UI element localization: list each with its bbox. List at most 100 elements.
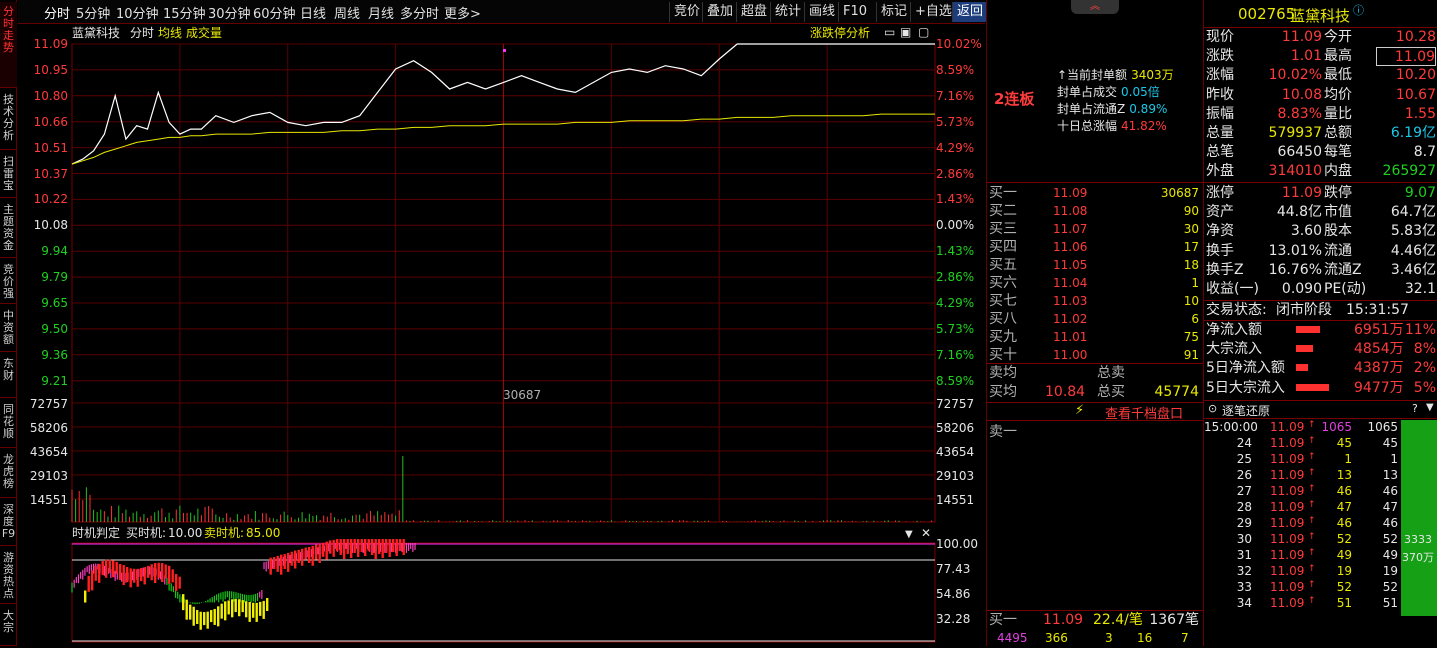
indicator-signal-bar [290,551,293,566]
bid-name-5: 买六 [989,275,1017,291]
period-tab-6[interactable]: 日线 [300,3,326,22]
indicator-signal-bar [371,539,374,556]
expand-icon[interactable]: ⊙ [1208,402,1217,415]
vtab-1[interactable]: 技术分析 [0,90,17,150]
indicator-signal-bar [199,611,202,630]
bid-vol-7: 6 [1191,312,1199,326]
period-tab-1[interactable]: 5分钟 [76,3,110,22]
vtab-2[interactable]: 扫雷宝 [0,152,17,198]
indicator-signal-bar [234,599,237,613]
period-tab-4[interactable]: 30分钟 [208,3,251,22]
tick-vol-11: 51 [1336,596,1352,610]
vtab-11[interactable]: 大宗 [0,606,17,646]
rows-label-7: 外盘 [1206,163,1234,180]
toolbar-action-7[interactable]: +自选 [910,2,956,22]
indicator-signal-bar [164,564,167,579]
flow-bar-2 [1296,364,1308,372]
bid-price-8: 11.01 [1053,330,1088,344]
collapse-up-icon[interactable]: ︽ [1071,0,1119,14]
help-icon[interactable]: ? [1412,402,1418,415]
vtab-5[interactable]: 中资额 [0,306,17,352]
toolbar-action-1[interactable]: 叠加 [702,2,737,22]
indicator-signal-bar [224,601,227,621]
vtab-4[interactable]: 竞价强 [0,260,17,304]
period-tab-10[interactable]: 更多> [444,3,481,22]
dropdown-icon[interactable]: ▼ [1426,402,1434,413]
bottom-buy1-label: 买一 [989,612,1017,628]
side-volume: 3333 [1404,533,1432,546]
period-tab-0[interactable]: 分时 [44,3,70,22]
toolbar-action-8[interactable]: 返回 [952,2,988,22]
vtab-8[interactable]: 龙虎榜 [0,450,17,498]
vtab-10[interactable]: 游资热点 [0,548,17,604]
rows2-label2-3: 流通 [1324,242,1352,259]
bottom-num-1: 366 [1045,631,1068,645]
period-tab-7[interactable]: 周线 [334,3,360,22]
flow-pct-1: 8% [1413,341,1436,358]
price-tick-left-3: 10.66 [33,114,68,129]
bid-price-4: 11.05 [1053,258,1088,272]
tick-vol-5: 47 [1336,500,1352,514]
rows-value2-4: 1.55 [1404,105,1436,122]
rows-value-0: 11.09 [1281,29,1322,45]
indicator-signal-bar [129,568,132,588]
period-tab-5[interactable]: 60分钟 [253,3,296,22]
bid-price-3: 11.06 [1053,240,1088,254]
period-tab-3[interactable]: 15分钟 [163,3,206,22]
flow-bar-3 [1296,383,1329,391]
info-icon[interactable]: ⓘ [1353,2,1364,18]
ind-tick-2: 54.86 [936,587,971,601]
seal-row-value: 3403万 [1131,68,1174,82]
tick-time-2: 25 [1236,452,1252,466]
tick-price-3: 11.09 [1270,468,1305,482]
indicator-signal-bar [112,560,115,578]
buy-avg-label: 买均 [989,384,1017,400]
toolbar-action-2[interactable]: 超盘 [736,2,771,22]
vtab-0[interactable]: 分时走势 [0,2,17,88]
indicator-close-icon[interactable]: ✕ [921,527,931,540]
indicator-signal-bar [196,609,199,624]
vtab-3[interactable]: 主题资金 [0,200,17,258]
price-tick-right-5: 2.86% [936,166,975,181]
lightning-icon: ⚡ [1075,403,1085,418]
toolbar-action-5[interactable]: F10 [838,2,871,22]
tick-time-0: 15:00:00 [1204,420,1258,434]
rows2-label-4: 换手Z [1206,261,1244,278]
sell-timing-label: 卖时机: [204,526,245,540]
bid-price-6: 11.03 [1053,294,1088,308]
indicator-signal-bar [259,601,262,616]
price-tick-right-7: 0.00% [936,218,975,233]
bid-vol-3: 17 [1183,240,1199,254]
vtab-7[interactable]: 同花顺 [0,400,17,448]
vtab-6[interactable]: 东财 [0,354,17,398]
toolbar-action-3[interactable]: 统计 [770,2,805,22]
period-tab-9[interactable]: 多分时 [400,3,439,22]
rows2-value2-0: 9.07 [1404,185,1436,201]
price-tick-right-13: 8.59% [936,373,975,388]
indicator-dropdown-icon[interactable]: ▼ [905,528,913,541]
rows-label2-5: 总额 [1324,125,1352,141]
toolbar-action-6[interactable]: 标记 [876,2,911,22]
period-tab-8[interactable]: 月线 [368,3,394,22]
rows-value2-7: 265927 [1382,163,1436,180]
tick-vol-1: 45 [1336,436,1352,450]
tick-price-9: 11.09 [1270,564,1305,578]
period-tab-2[interactable]: 10分钟 [116,3,159,22]
ind-tick-1: 77.43 [936,562,971,576]
toolbar-action-4[interactable]: 画线 [804,2,839,22]
intraday-chart[interactable] [18,25,985,646]
price-tick-left-13: 9.21 [41,373,68,388]
vtab-9[interactable]: 深度F9 [0,500,17,546]
rows-value-2: 10.02% [1268,67,1322,84]
seal-orderbook-panel: ︽ 2连板 ↑当前封单额 3403万 封单占成交 0.05倍 封单占流通Z 0.89% 十日… [986,0,1203,646]
tick-time-1: 24 [1236,436,1252,450]
indicator-signal-bar [308,546,311,563]
price-tick-left-4: 10.51 [33,140,68,155]
rows-label-1: 涨跌 [1206,48,1234,65]
vol-tick-left-3: 29103 [29,469,68,483]
mark-dot [503,49,506,52]
indicator-signal-bar [392,539,395,553]
flow-bar-1 [1296,345,1313,353]
toolbar-action-0[interactable]: 竞价 [669,2,704,22]
tick-time-8: 31 [1236,548,1252,562]
